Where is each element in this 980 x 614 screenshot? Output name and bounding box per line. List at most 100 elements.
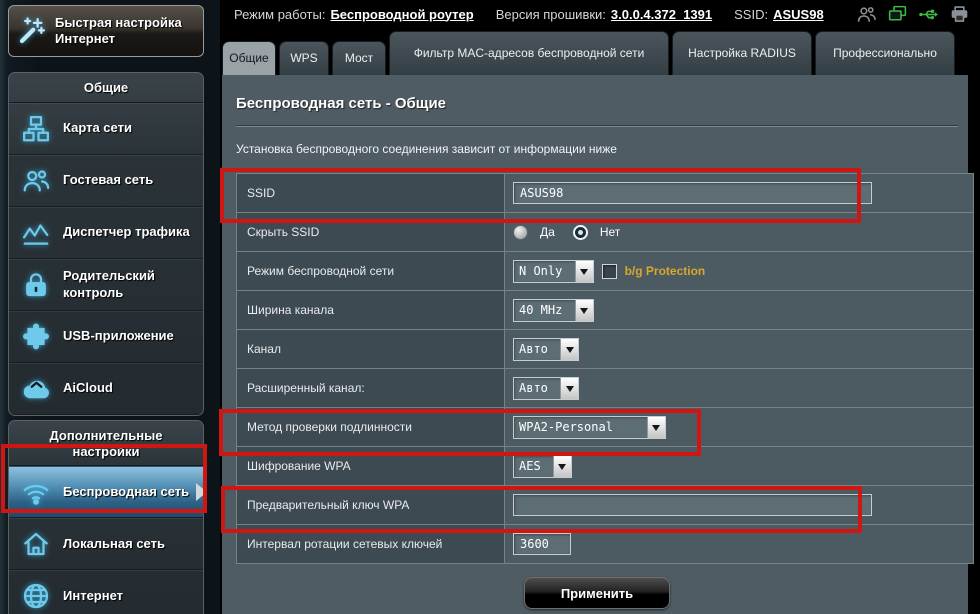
- chevron-down-icon[interactable]: [560, 378, 578, 399]
- key-rotation-label: Интервал ротации сетевых ключей: [237, 525, 505, 563]
- ssid-input[interactable]: [513, 182, 872, 204]
- hide-ssid-value-cell: Да Нет: [505, 213, 973, 251]
- wpa-key-label: Предварительный ключ WPA: [237, 486, 505, 524]
- hide-ssid-radio-label[interactable]: Нет: [600, 225, 620, 239]
- extension-channel-select-value: Авто: [514, 378, 560, 399]
- tab-2[interactable]: WPS: [279, 41, 329, 75]
- tab-4[interactable]: Фильтр MAC-адресов беспроводной сети: [389, 31, 669, 75]
- hide-ssid-radio-label[interactable]: Да: [540, 225, 555, 239]
- sidebar-item-label: USB-приложение: [63, 328, 174, 344]
- channel-row: Канал Авто: [237, 329, 973, 368]
- key-rotation-row: Интервал ротации сетевых ключей: [237, 524, 973, 563]
- auth-method-label: Метод проверки подлинности: [237, 408, 505, 446]
- usb-icon[interactable]: [918, 4, 939, 25]
- ssid-label: SSID:: [734, 7, 768, 22]
- firmware-version-link[interactable]: 3.0.0.4.372_1391: [611, 7, 712, 22]
- title-divider: [236, 125, 958, 127]
- channel-bandwidth-label: Ширина канала: [237, 291, 505, 329]
- channel-value-cell: Авто: [505, 330, 973, 368]
- wpa-encryption-select-value: AES: [514, 456, 553, 477]
- tab-1[interactable]: Общие: [222, 41, 276, 75]
- chevron-down-icon[interactable]: [553, 456, 571, 477]
- sidebar-item-label: Карта сети: [63, 120, 132, 136]
- tab-bar: ОбщиеWPSМостФильтр MAC-адресов беспровод…: [222, 31, 968, 75]
- sidebar-item-network-map[interactable]: Карта сети: [9, 103, 203, 155]
- wireless-mode-label: Режим беспроводной сети: [237, 252, 505, 290]
- monitors-icon[interactable]: [887, 4, 908, 25]
- auth-method-select[interactable]: WPA2-Personal: [513, 416, 666, 439]
- chevron-down-icon[interactable]: [560, 339, 578, 360]
- quick-internet-setup-button[interactable]: Быстрая настройка Интернет: [8, 5, 204, 57]
- channel-select[interactable]: Авто: [513, 338, 579, 361]
- wpa-encryption-row: Шифрование WPA AES: [237, 446, 973, 485]
- sidebar-item-label: Локальная сеть: [63, 536, 165, 552]
- router-admin-screen: Быстрая настройка Интернет Общие Карта се…: [0, 0, 980, 614]
- extension-channel-select[interactable]: Авто: [513, 377, 579, 400]
- tab-3[interactable]: Мост: [332, 41, 386, 75]
- chevron-down-icon[interactable]: [647, 417, 665, 438]
- sidebar-group-1: ОбщиеКарта сетиГостевая сетьДиспетчер тр…: [8, 72, 204, 416]
- clients-icon[interactable]: [856, 4, 877, 25]
- wpa-key-row: Предварительный ключ WPA: [237, 485, 973, 524]
- wpa-encryption-select[interactable]: AES: [513, 455, 572, 478]
- sidebar-item-usb-app[interactable]: USB-приложение: [9, 311, 203, 363]
- firmware-version-label: Версия прошивки:: [496, 7, 606, 22]
- aicloud-icon: [21, 374, 51, 404]
- sidebar-item-aicloud[interactable]: AiCloud: [9, 363, 203, 415]
- auth-method-row: Метод проверки подлинности WPA2-Personal: [237, 407, 973, 446]
- sidebar-item-traffic-manager[interactable]: Диспетчер трафика: [9, 207, 203, 259]
- usb-app-icon: [21, 322, 51, 352]
- guest-network-icon: [21, 166, 51, 196]
- wpa-key-value-cell: [505, 486, 973, 524]
- sidebar-group-title: Дополнительные настройки: [9, 421, 203, 466]
- network-map-icon: [21, 114, 51, 144]
- extension-channel-row: Расширенный канал:Авто: [237, 368, 973, 407]
- channel-bandwidth-row: Ширина канала 40 MHz: [237, 290, 973, 329]
- operation-mode-link[interactable]: Беспроводной роутер: [330, 7, 473, 22]
- chevron-down-icon[interactable]: [575, 261, 593, 282]
- sidebar: Быстрая настройка Интернет ОбщиеКарта се…: [0, 0, 220, 614]
- wireless-mode-value-cell: N Only b/g Protection: [505, 252, 973, 290]
- channel-bandwidth-select[interactable]: 40 MHz: [513, 299, 594, 322]
- parental-control-icon: [21, 270, 51, 300]
- sidebar-item-label: Гостевая сеть: [63, 172, 153, 188]
- wireless-mode-select[interactable]: N Only: [513, 260, 594, 283]
- channel-label: Канал: [237, 330, 505, 368]
- sidebar-item-wan[interactable]: Интернет: [9, 570, 203, 614]
- tab-5[interactable]: Настройка RADIUS: [672, 31, 812, 75]
- wpa-key-input[interactable]: [513, 494, 872, 516]
- chevron-down-icon[interactable]: [575, 300, 593, 321]
- settings-table: SSIDСкрыть SSID Да Нет Режим беспроводной с…: [236, 173, 974, 564]
- tab-6[interactable]: Профессионально: [815, 31, 955, 75]
- sidebar-item-guest-network[interactable]: Гостевая сеть: [9, 155, 203, 207]
- wireless-icon: [21, 477, 51, 507]
- wpa-encryption-label: Шифрование WPA: [237, 447, 505, 485]
- ssid-value-cell: [505, 174, 973, 212]
- sidebar-item-label: Диспетчер трафика: [63, 224, 190, 240]
- apply-button[interactable]: Применить: [524, 577, 670, 609]
- printer-icon[interactable]: [949, 4, 970, 25]
- operation-mode-label: Режим работы:: [234, 7, 325, 22]
- page-description: Установка беспроводного соединения завис…: [236, 142, 958, 156]
- magic-wand-icon: [17, 16, 47, 46]
- sidebar-item-label: AiCloud: [63, 380, 113, 396]
- bg-protection-checkbox[interactable]: [602, 264, 617, 279]
- traffic-manager-icon: [21, 218, 51, 248]
- ssid-link[interactable]: ASUS98: [773, 7, 824, 22]
- wan-icon: [21, 581, 51, 611]
- channel-select-value: Авто: [514, 339, 560, 360]
- ssid-label: SSID: [237, 174, 505, 212]
- sidebar-item-wireless[interactable]: Беспроводная сеть: [9, 466, 203, 518]
- hide-ssid-label: Скрыть SSID: [237, 213, 505, 251]
- channel-bandwidth-value-cell: 40 MHz: [505, 291, 973, 329]
- wireless-mode-select-value: N Only: [514, 261, 575, 282]
- status-icons: [856, 4, 980, 25]
- sidebar-item-lan[interactable]: Локальная сеть: [9, 518, 203, 570]
- hide-ssid-radio-no[interactable]: [573, 225, 588, 240]
- key-rotation-value-cell: [505, 525, 973, 563]
- bg-protection-label[interactable]: b/g Protection: [625, 264, 706, 278]
- key-rotation-input[interactable]: [513, 533, 571, 555]
- sidebar-group-2: Дополнительные настройкиБеспроводная сет…: [8, 420, 204, 614]
- hide-ssid-radio-yes[interactable]: [513, 225, 528, 240]
- sidebar-item-parental-control[interactable]: Родительский контроль: [9, 259, 203, 311]
